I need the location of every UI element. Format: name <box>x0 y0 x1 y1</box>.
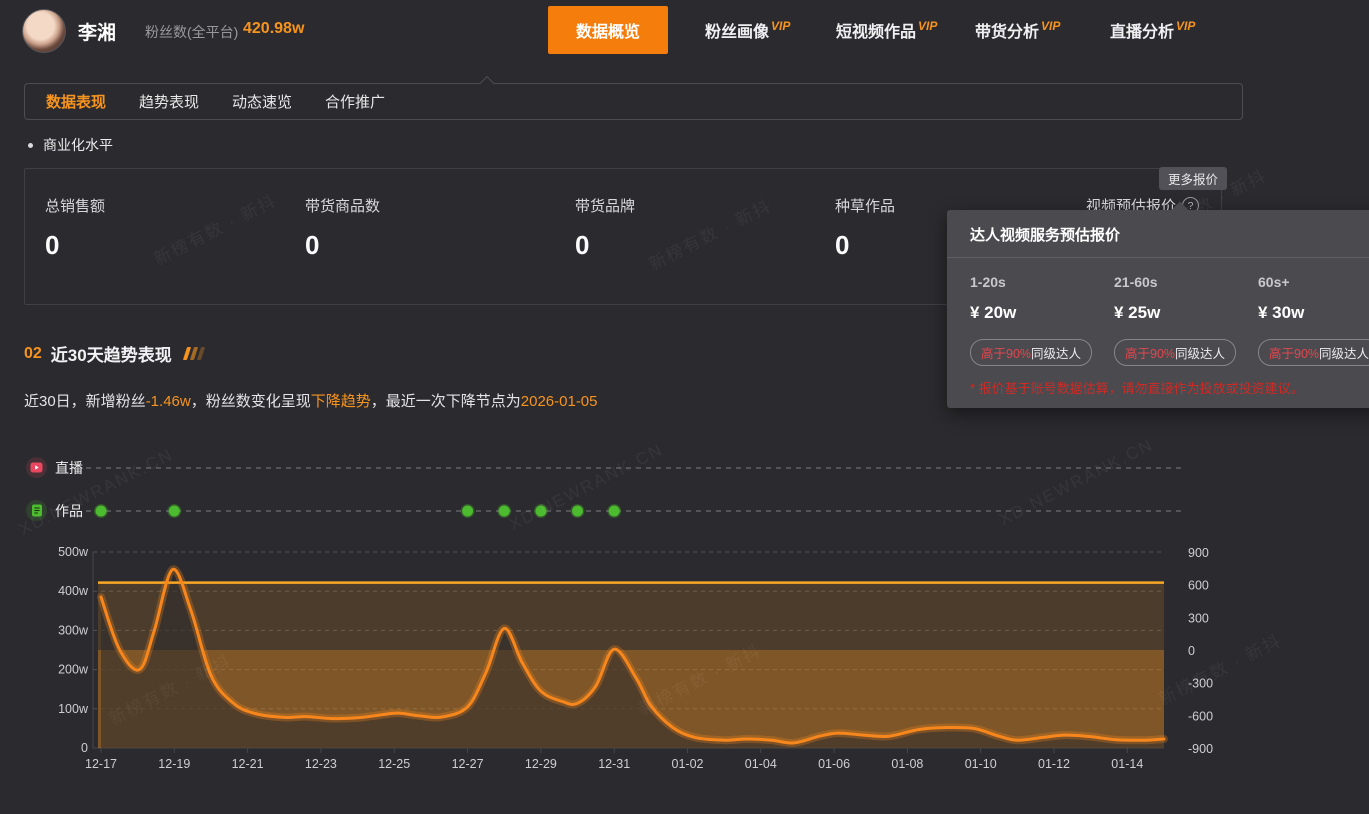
vip-badge: VIP <box>1176 19 1196 33</box>
legend-item-works[interactable]: 作品 <box>26 500 83 521</box>
subnav-item-trend-performance[interactable]: 趋势表现 <box>139 91 199 112</box>
more-quotes-button[interactable]: 更多报价 <box>1159 167 1228 190</box>
quote-col-60s-plus: 60s+ ¥ 30w 高于90% 同级达人 <box>1258 274 1369 366</box>
svg-text:600: 600 <box>1188 579 1209 593</box>
svg-text:-300: -300 <box>1188 677 1213 691</box>
svg-text:12-19: 12-19 <box>158 757 190 771</box>
subnav-item-dynamic-overview[interactable]: 动态速览 <box>232 91 292 112</box>
svg-text:01-12: 01-12 <box>1038 757 1070 771</box>
subnav-item-data-performance[interactable]: 数据表现 <box>46 91 106 112</box>
rank-badge: 高于90% 同级达人 <box>1258 339 1369 366</box>
vip-badge: VIP <box>1041 19 1061 33</box>
account-name: 李湘 <box>78 23 117 44</box>
tab-commerce-analysis[interactable]: 带货分析 VIP <box>975 0 1060 60</box>
video-quote-popup: 达人视频服务预估报价 1-20s ¥ 20w 高于90% 同级达人 21-60s … <box>947 201 1369 408</box>
bullet-dot-icon <box>28 142 33 148</box>
stat-product-count: 带货商品数 0 <box>305 198 381 260</box>
svg-text:01-02: 01-02 <box>672 757 704 771</box>
section-title: 近30天趋势表现 <box>50 346 172 365</box>
svg-text:500w: 500w <box>58 545 89 559</box>
tab-fans-portrait[interactable]: 粉丝画像 VIP <box>705 0 790 60</box>
svg-text:01-06: 01-06 <box>818 757 850 771</box>
svg-text:-600: -600 <box>1188 709 1213 723</box>
hot-bars-icon <box>182 347 205 360</box>
fans-count-label: 粉丝数(全平台) <box>145 24 239 40</box>
quote-col-21-60s: 21-60s ¥ 25w 高于90% 同级达人 <box>1114 274 1258 366</box>
quote-disclaimer: * 报价基于账号数据估算，请勿直接作为投放或投资建议。 <box>970 381 1304 396</box>
tab-live-analysis[interactable]: 直播分析 VIP <box>1110 0 1195 60</box>
subnav-item-cooperation-promo[interactable]: 合作推广 <box>325 91 385 112</box>
svg-text:01-10: 01-10 <box>965 757 997 771</box>
svg-text:12-25: 12-25 <box>378 757 410 771</box>
svg-text:300: 300 <box>1188 611 1209 625</box>
stat-value: 0 <box>45 230 60 260</box>
stat-seeding-works: 种草作品 0 <box>835 198 896 260</box>
trend-line-chart: 12-17 12-19 12-21 12-23 12-25 12-27 12-29 12-31… <box>58 467 1213 771</box>
trend-summary-text: 近30日，新增粉丝-1.46w，粉丝数变化呈现下降趋势，最近一次下降节点为202… <box>24 393 598 410</box>
svg-text:300w: 300w <box>58 623 89 637</box>
quote-col-1-20s: 1-20s ¥ 20w 高于90% 同级达人 <box>970 274 1114 366</box>
svg-text:12-17: 12-17 <box>85 757 117 771</box>
tab-short-video-works[interactable]: 短视频作品 VIP <box>836 0 937 60</box>
vip-badge: VIP <box>771 19 791 33</box>
svg-text:12-27: 12-27 <box>452 757 484 771</box>
svg-text:01-14: 01-14 <box>1111 757 1143 771</box>
works-document-icon <box>26 500 47 521</box>
svg-text:12-21: 12-21 <box>232 757 264 771</box>
stat-value: 0 <box>305 230 320 260</box>
svg-text:01-08: 01-08 <box>891 757 923 771</box>
newrank-douyin-dashboard: { "header": { "name": "李湘", "fans_label"… <box>0 0 1369 814</box>
svg-text:-900: -900 <box>1188 742 1213 756</box>
subnav-bar: 数据表现 趋势表现 动态速览 合作推广 <box>24 83 1243 120</box>
tab-data-overview[interactable]: 数据概览 <box>548 6 669 54</box>
svg-text:12-31: 12-31 <box>598 757 630 771</box>
rank-badge: 高于90% 同级达人 <box>970 339 1093 366</box>
section-number: 02 <box>24 344 42 362</box>
legend-label: 作品 <box>55 502 83 519</box>
stat-brand-count: 带货品牌 0 <box>575 198 636 260</box>
svg-text:200w: 200w <box>58 663 89 677</box>
stat-total-sales: 总销售额 0 <box>45 198 106 260</box>
fans-count-value: 420.98w <box>243 20 305 37</box>
popup-title: 达人视频服务预估报价 <box>947 210 1369 258</box>
trend-section-header: 02 近30天趋势表现 <box>24 341 205 366</box>
avatar[interactable] <box>22 9 66 53</box>
stat-value: 0 <box>835 230 850 260</box>
svg-text:12-29: 12-29 <box>525 757 557 771</box>
svg-text:0: 0 <box>1188 644 1195 658</box>
svg-text:100w: 100w <box>58 702 89 716</box>
stat-value: 0 <box>575 230 590 260</box>
rank-badge: 高于90% 同级达人 <box>1114 339 1237 366</box>
vip-badge: VIP <box>918 19 938 33</box>
svg-text:400w: 400w <box>58 584 89 598</box>
svg-text:900: 900 <box>1188 546 1209 560</box>
live-play-icon <box>26 457 47 478</box>
svg-text:01-04: 01-04 <box>745 757 777 771</box>
legend-label: 直播 <box>55 459 83 476</box>
svg-text:0: 0 <box>81 741 88 755</box>
svg-text:12-23: 12-23 <box>305 757 337 771</box>
legend-item-live[interactable]: 直播 <box>26 457 83 478</box>
commercialization-section-title: 商业化水平 <box>28 135 113 155</box>
